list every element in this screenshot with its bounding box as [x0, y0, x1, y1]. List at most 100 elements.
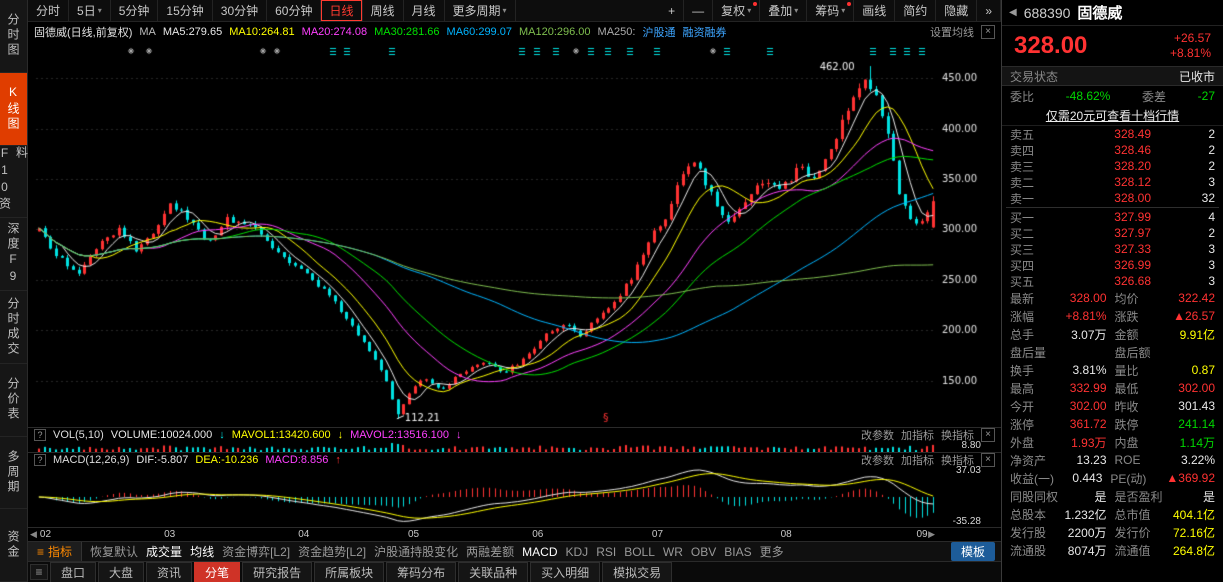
- tool-button[interactable]: »: [977, 0, 1001, 21]
- sidebar-item[interactable]: 资金: [0, 509, 27, 582]
- level10-quote-link[interactable]: 仅需20元可查看十档行情: [1002, 106, 1223, 126]
- scroll-right-icon[interactable]: ▶: [928, 529, 935, 540]
- indicator-item[interactable]: 资金博弈[L2]: [222, 543, 290, 560]
- tool-button[interactable]: 简约: [895, 0, 936, 21]
- indicator-item[interactable]: 恢复默认: [90, 543, 138, 560]
- period-button[interactable]: 更多周期▾: [445, 0, 516, 21]
- stat-value: 301.43: [1171, 399, 1216, 413]
- main-chart-area: 分时5日▾5分钟15分钟30分钟60分钟日线周线月线更多周期▾ +—复权▾叠加▾…: [28, 0, 1001, 582]
- indicator-item[interactable]: 均线: [190, 543, 214, 560]
- indicator-item[interactable]: 两融差额: [466, 543, 514, 560]
- bid-row[interactable]: 买二327.972: [1002, 225, 1223, 241]
- sidebar-item[interactable]: 分时图: [0, 0, 27, 73]
- tool-button[interactable]: 叠加▾: [760, 0, 807, 21]
- ask-label: 卖五: [1010, 126, 1044, 143]
- bottom-tab[interactable]: 资讯: [146, 562, 192, 582]
- indicator-item[interactable]: 更多: [760, 543, 784, 560]
- bottom-tab[interactable]: 模拟交易: [602, 562, 672, 582]
- tool-button[interactable]: 筹码▾: [807, 0, 854, 21]
- period-button[interactable]: 5日▾: [69, 0, 111, 21]
- legend-link[interactable]: 融资融券: [682, 24, 726, 40]
- indicator-item[interactable]: 成交量: [146, 543, 182, 560]
- ask-row[interactable]: 卖三328.202: [1002, 158, 1223, 174]
- main-chart-canvas[interactable]: [28, 42, 1001, 427]
- period-button[interactable]: 月线: [404, 0, 445, 21]
- tool-button[interactable]: —: [684, 0, 713, 21]
- indicator-action-link[interactable]: 改参数: [861, 452, 894, 468]
- indicator-item[interactable]: BIAS: [724, 545, 751, 559]
- indicator-action-link[interactable]: 改参数: [861, 427, 894, 443]
- indicator-item[interactable]: WR: [663, 545, 683, 559]
- scroll-left-icon[interactable]: ◀: [30, 529, 37, 540]
- period-button[interactable]: 日线: [321, 0, 362, 21]
- bottom-tab[interactable]: 盘口: [50, 562, 96, 582]
- sidebar-item[interactable]: F10资料: [0, 146, 27, 219]
- bid-qty: 3: [1177, 274, 1215, 288]
- sidebar-item[interactable]: 深度F9: [0, 218, 27, 291]
- candlestick-chart[interactable]: [28, 42, 1001, 427]
- bid-row[interactable]: 买四326.993: [1002, 257, 1223, 273]
- bottom-tab[interactable]: 所属板块: [314, 562, 384, 582]
- ask-row[interactable]: 卖五328.492: [1002, 126, 1223, 142]
- bottom-tab[interactable]: 买入明细: [530, 562, 600, 582]
- bid-price: 326.68: [1044, 274, 1177, 288]
- tool-button[interactable]: +: [660, 0, 684, 21]
- ask-row[interactable]: 卖四328.462: [1002, 142, 1223, 158]
- template-button[interactable]: 模板: [951, 542, 995, 561]
- ma-settings-link[interactable]: 设置均线: [930, 24, 974, 40]
- bid-label: 买四: [1010, 257, 1044, 274]
- sidebar-item[interactable]: 分价表: [0, 364, 27, 437]
- bid-row[interactable]: 买三327.333: [1002, 241, 1223, 257]
- period-button[interactable]: 分时: [28, 0, 69, 21]
- indicator-item[interactable]: KDJ: [566, 545, 589, 559]
- period-button[interactable]: 15分钟: [158, 0, 212, 21]
- indicator-action-link[interactable]: 加指标: [901, 427, 934, 443]
- bottom-tab[interactable]: 筹码分布: [386, 562, 456, 582]
- indicator-item[interactable]: OBV: [691, 545, 716, 559]
- period-button[interactable]: 周线: [363, 0, 404, 21]
- tool-button[interactable]: 隐藏: [936, 0, 977, 21]
- stat-value: 0.87: [1171, 363, 1216, 377]
- tool-button[interactable]: 复权▾: [713, 0, 760, 21]
- indicator-menu-button[interactable]: ≡指标: [28, 542, 82, 561]
- close-icon[interactable]: ×: [981, 428, 995, 442]
- ask-row[interactable]: 卖二328.123: [1002, 174, 1223, 190]
- bottom-tab[interactable]: 关联品种: [458, 562, 528, 582]
- bid-label: 买二: [1010, 225, 1044, 242]
- layout-grid-icon[interactable]: ≡: [30, 564, 48, 580]
- tool-button[interactable]: 画线: [854, 0, 895, 21]
- volume-value: VOLUME:10024.000: [111, 429, 213, 441]
- close-icon[interactable]: ×: [981, 453, 995, 467]
- indicator-action-link[interactable]: 加指标: [901, 452, 934, 468]
- stat-label: 今开: [1010, 398, 1062, 415]
- volume-canvas: [28, 442, 1001, 452]
- help-icon[interactable]: ?: [34, 429, 46, 441]
- period-button[interactable]: 30分钟: [213, 0, 267, 21]
- stat-label: 最高: [1010, 380, 1062, 397]
- sidebar-item[interactable]: 分时成交: [0, 291, 27, 364]
- close-icon[interactable]: ×: [981, 25, 995, 39]
- indicator-item[interactable]: 资金趋势[L2]: [298, 543, 366, 560]
- bottom-tab[interactable]: 大盘: [98, 562, 144, 582]
- bid-row[interactable]: 买五326.683: [1002, 273, 1223, 289]
- stat-label: 总手: [1010, 326, 1062, 343]
- sidebar-item[interactable]: 多周期: [0, 437, 27, 510]
- indicator-item[interactable]: MACD: [522, 545, 557, 559]
- stat-row: 收益(一)0.443PE(动)▲369.92: [1002, 469, 1223, 487]
- collapse-panel-icon[interactable]: ◀: [1009, 7, 1017, 18]
- sidebar-item[interactable]: K线图: [0, 73, 27, 146]
- bottom-tab[interactable]: 研究报告: [242, 562, 312, 582]
- period-button[interactable]: 60分钟: [267, 0, 321, 21]
- bottom-tab[interactable]: 分笔: [194, 562, 240, 582]
- ask-row[interactable]: 卖一328.0032: [1002, 190, 1223, 206]
- indicator-item[interactable]: 沪股通持股变化: [374, 543, 458, 560]
- period-button[interactable]: 5分钟: [111, 0, 159, 21]
- help-icon[interactable]: ?: [34, 454, 46, 466]
- bid-row[interactable]: 买一327.994: [1002, 209, 1223, 225]
- legend-link[interactable]: 沪股通: [642, 24, 675, 40]
- stat-label: 跌停: [1115, 416, 1171, 433]
- indicator-item[interactable]: BOLL: [624, 545, 655, 559]
- indicator-item[interactable]: RSI: [596, 545, 616, 559]
- ma-value: MA60:299.07: [447, 26, 512, 38]
- ask-label: 卖四: [1010, 142, 1044, 159]
